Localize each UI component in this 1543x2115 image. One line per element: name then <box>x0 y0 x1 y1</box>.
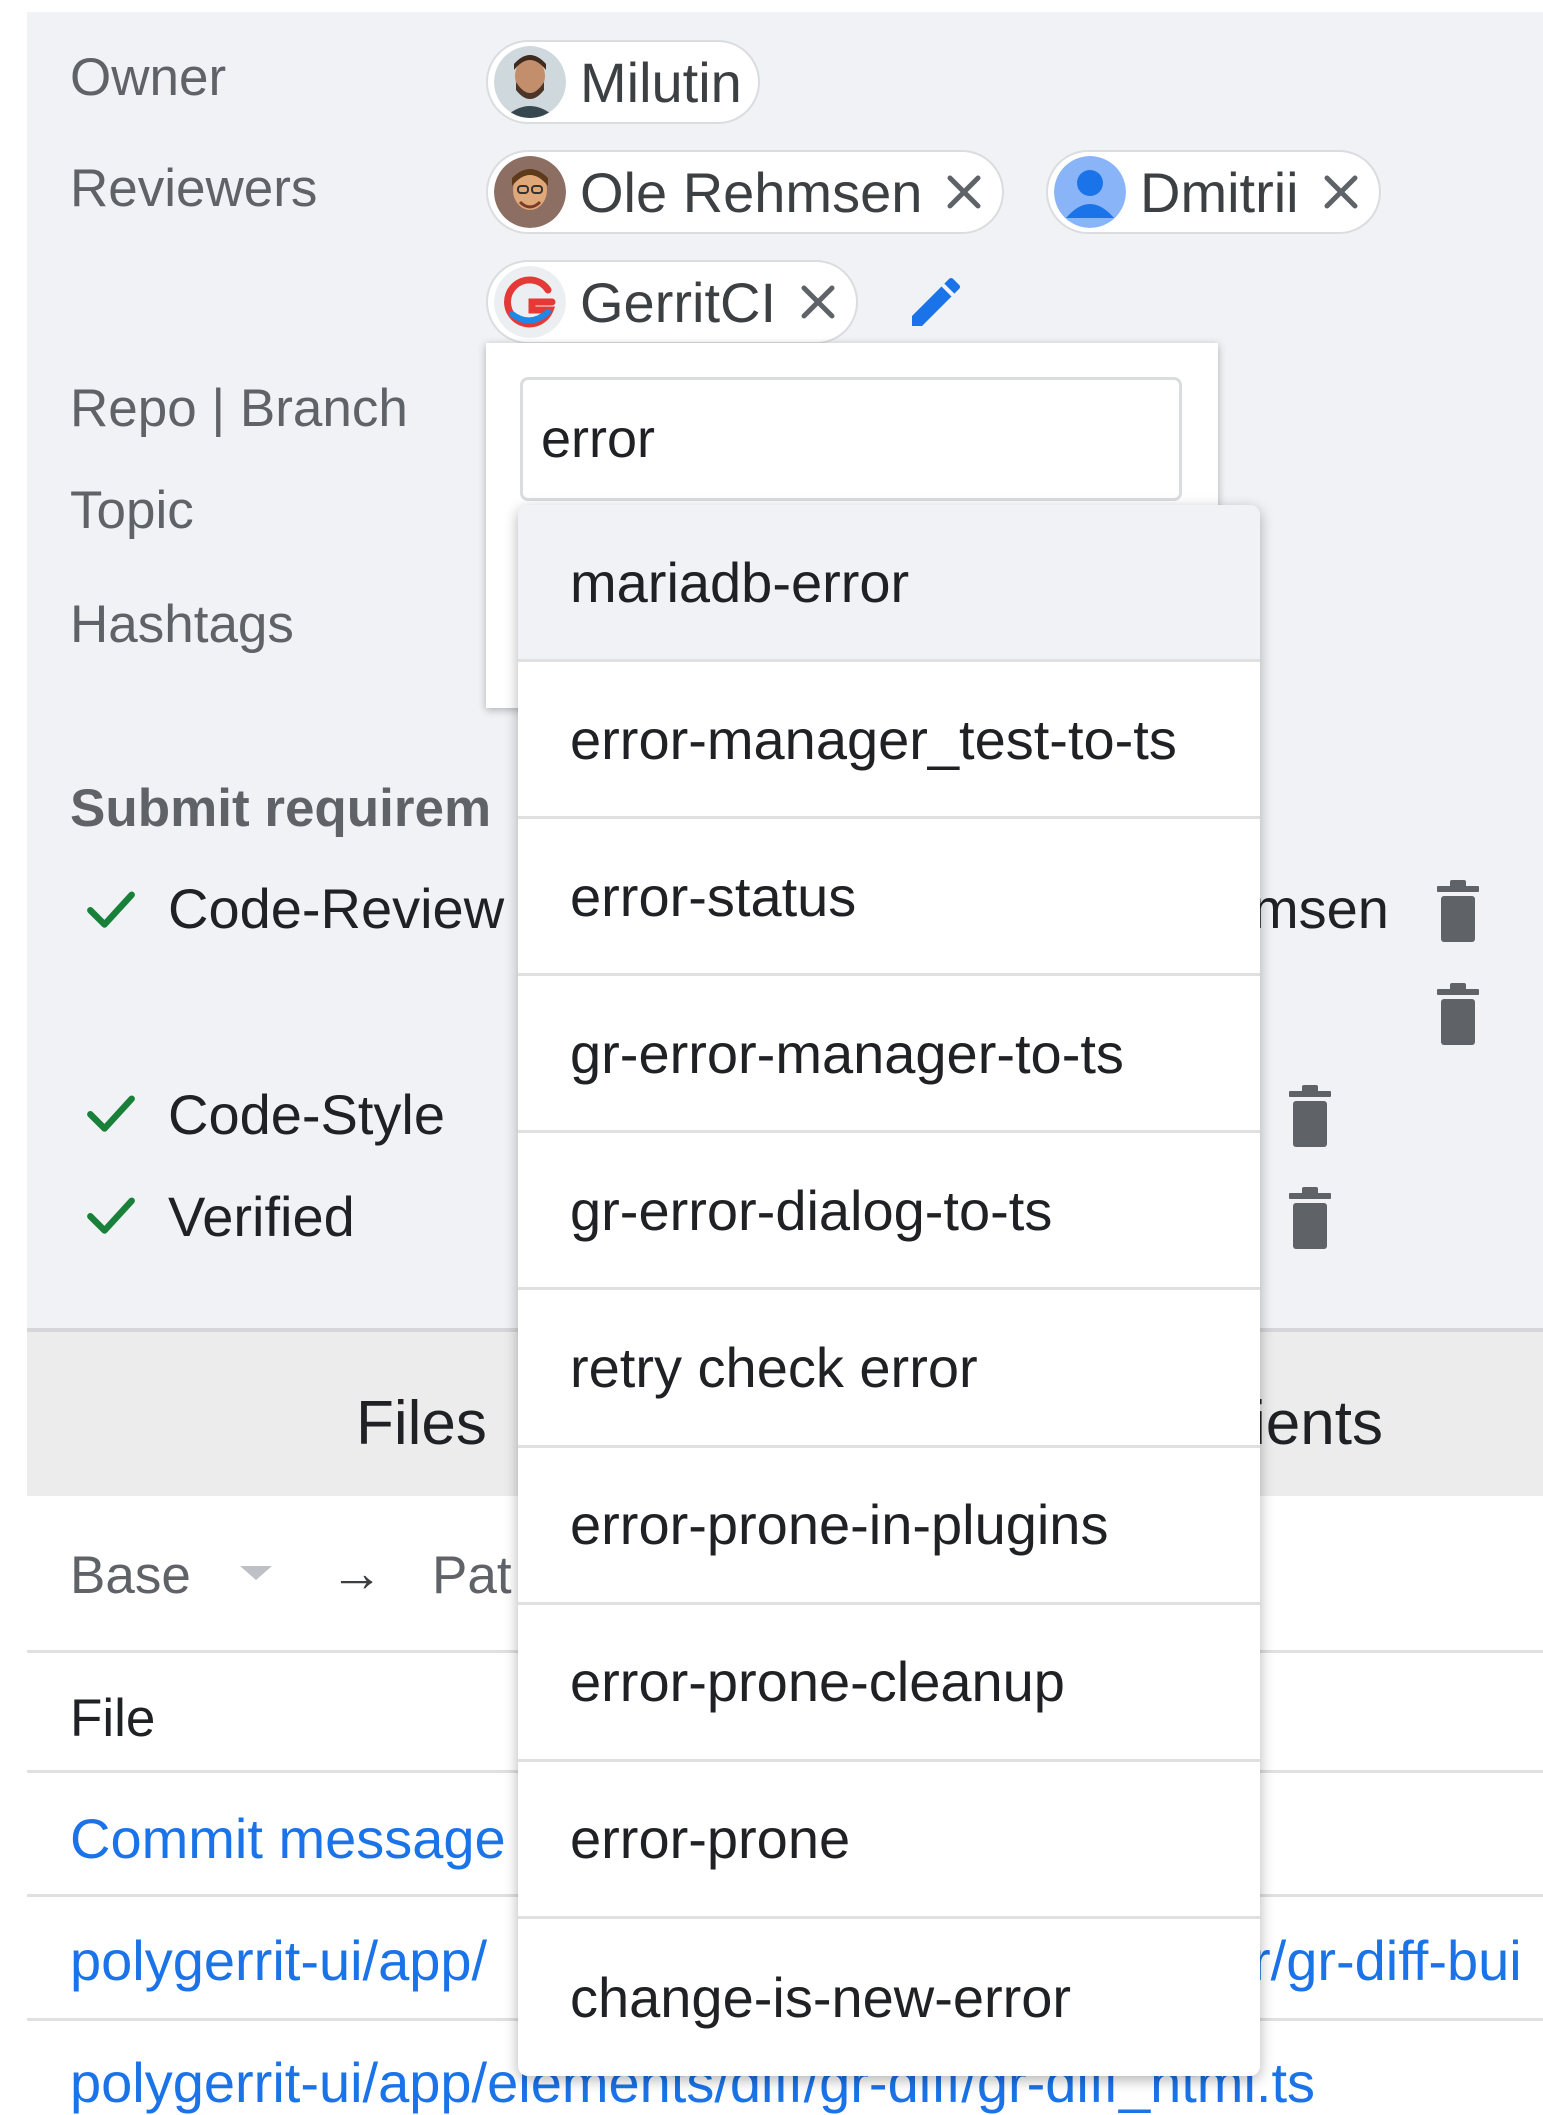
owner-avatar <box>494 46 566 118</box>
reviewers-label: Reviewers <box>70 159 318 218</box>
edit-reviewers-pencil-icon[interactable] <box>904 270 968 334</box>
submit-requirements-heading: Submit requirem <box>70 779 492 838</box>
requirement-code-review: Code-Review <box>168 877 505 940</box>
file-link-commit-message[interactable]: Commit message <box>70 1806 506 1871</box>
owner-chip[interactable]: Milutin <box>486 40 760 124</box>
delete-vote-trash-icon[interactable] <box>1435 880 1481 944</box>
check-icon <box>87 1197 135 1234</box>
file-link[interactable]: polygerrit-ui/app/ <box>70 1928 487 1993</box>
suggestion-item[interactable]: change-is-new-error <box>518 1919 1260 2076</box>
owner-name: Milutin <box>580 50 742 114</box>
tab-files[interactable]: Files <box>356 1388 487 1459</box>
suggestion-item[interactable]: gr-error-manager-to-ts <box>518 976 1260 1134</box>
suggestion-item[interactable]: mariadb-error <box>518 505 1260 663</box>
suggestion-item[interactable]: error-manager_test-to-ts <box>518 662 1260 820</box>
topic-input[interactable] <box>520 377 1182 501</box>
reviewer-name: Ole Rehmsen <box>580 160 923 224</box>
suggestion-item[interactable]: error-status <box>518 819 1260 977</box>
file-link-suffix[interactable]: r/gr-diff-bui <box>1252 1928 1522 1993</box>
gerrit-logo-icon <box>494 266 566 338</box>
tab-comments[interactable]: ients <box>1252 1388 1383 1459</box>
topic-label: Topic <box>70 481 194 540</box>
delete-vote-trash-icon[interactable] <box>1435 983 1481 1047</box>
suggestion-item[interactable]: error-prone <box>518 1762 1260 1919</box>
patchset-select[interactable]: Pat <box>432 1545 512 1606</box>
remove-reviewer-close-icon[interactable] <box>1319 170 1363 214</box>
remove-reviewer-close-icon[interactable] <box>796 280 840 324</box>
reviewer-chip-gerritci[interactable]: GerritCI <box>486 260 858 344</box>
remove-reviewer-close-icon[interactable] <box>942 170 986 214</box>
requirement-verified: Verified <box>168 1185 355 1248</box>
suggestion-item[interactable]: error-prone-cleanup <box>518 1605 1260 1762</box>
suggestion-item[interactable]: gr-error-dialog-to-ts <box>518 1133 1260 1291</box>
requirement-code-style: Code-Style <box>168 1083 446 1146</box>
suggestion-item[interactable]: error-prone-in-plugins <box>518 1448 1260 1605</box>
reviewer-chip-ole-rehmsen[interactable]: Ole Rehmsen <box>486 150 1005 234</box>
dropdown-arrow-icon[interactable] <box>236 1562 276 1584</box>
top-strip <box>0 0 1543 12</box>
check-icon <box>87 1095 135 1132</box>
reviewer-name: GerritCI <box>580 270 776 334</box>
delete-vote-trash-icon[interactable] <box>1287 1187 1333 1251</box>
default-avatar-icon <box>1054 156 1126 228</box>
right-arrow-icon: → <box>330 1544 383 1603</box>
file-column-header: File <box>70 1689 156 1748</box>
delete-vote-trash-icon[interactable] <box>1287 1085 1333 1149</box>
check-icon <box>87 891 135 928</box>
hashtags-label: Hashtags <box>70 595 294 654</box>
repo-branch-label: Repo | Branch <box>70 379 408 438</box>
base-patchset-select[interactable]: Base <box>70 1545 191 1606</box>
reviewer-avatar <box>494 156 566 228</box>
suggestion-item[interactable]: retry check error <box>518 1290 1260 1448</box>
reviewer-chip-dmitrii[interactable]: Dmitrii <box>1046 150 1381 234</box>
owner-label: Owner <box>70 48 227 107</box>
topic-suggestions-dropdown: mariadb-error error-manager_test-to-ts e… <box>518 505 1260 2076</box>
reviewer-name: Dmitrii <box>1140 160 1299 224</box>
code-review-voter: msen <box>1252 877 1389 940</box>
